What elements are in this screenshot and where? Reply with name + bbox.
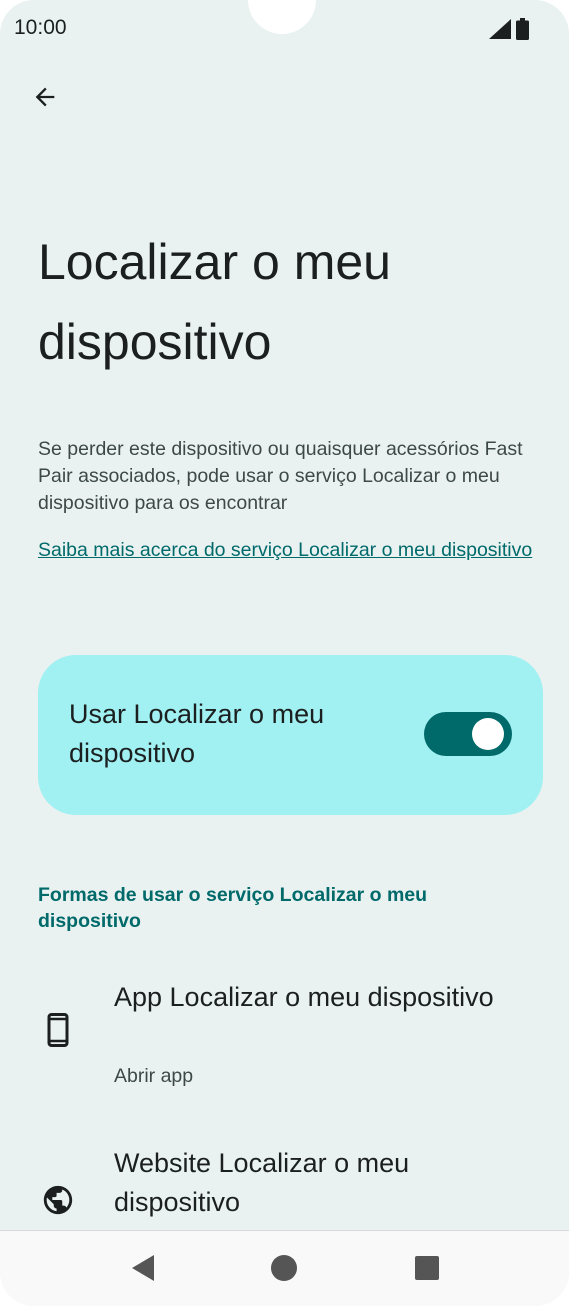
switch-thumb — [472, 718, 504, 750]
learn-more-link[interactable]: Saiba mais acerca do serviço Localizar o… — [38, 531, 548, 569]
back-button[interactable] — [26, 78, 64, 116]
list-item-app[interactable]: App Localizar o meu dispositivo Abrir ap… — [0, 970, 569, 1100]
main-toggle-switch[interactable] — [424, 712, 512, 756]
arrow-left-icon — [35, 87, 55, 107]
status-time: 10:00 — [14, 16, 67, 39]
page-description: Se perder este dispositivo ou quaisquer … — [38, 438, 523, 514]
smartphone-icon — [38, 1010, 78, 1050]
page-title: Localizar o meu dispositivo — [38, 234, 391, 370]
list-item-website[interactable]: Website Localizar o meu dispositivo — [0, 1138, 569, 1230]
triangle-back-icon — [132, 1255, 154, 1281]
nav-back-button[interactable] — [126, 1251, 160, 1285]
square-recents-icon — [415, 1256, 439, 1280]
list-item-title: Website Localizar o meu dispositivo — [114, 1148, 410, 1217]
list-item-title: App Localizar o meu dispositivo — [114, 982, 494, 1012]
navigation-bar — [0, 1230, 569, 1306]
section-header: Formas de usar o serviço Localizar o meu… — [38, 884, 428, 932]
nav-home-button[interactable] — [267, 1251, 301, 1285]
nav-recents-button[interactable] — [410, 1251, 444, 1285]
phone-screen: 10:00 Localizar o meu dispositivo Se per… — [0, 0, 569, 1306]
camera-notch — [248, 0, 316, 34]
status-icons — [489, 18, 529, 40]
list-item-subtitle: Abrir app — [114, 1065, 194, 1087]
main-toggle-label: Usar Localizar o meu dispositivo — [69, 699, 325, 768]
battery-icon — [516, 18, 529, 40]
signal-icon — [489, 19, 511, 39]
main-toggle-card[interactable]: Usar Localizar o meu dispositivo — [38, 655, 543, 815]
circle-home-icon — [271, 1255, 297, 1281]
globe-icon — [38, 1180, 78, 1220]
